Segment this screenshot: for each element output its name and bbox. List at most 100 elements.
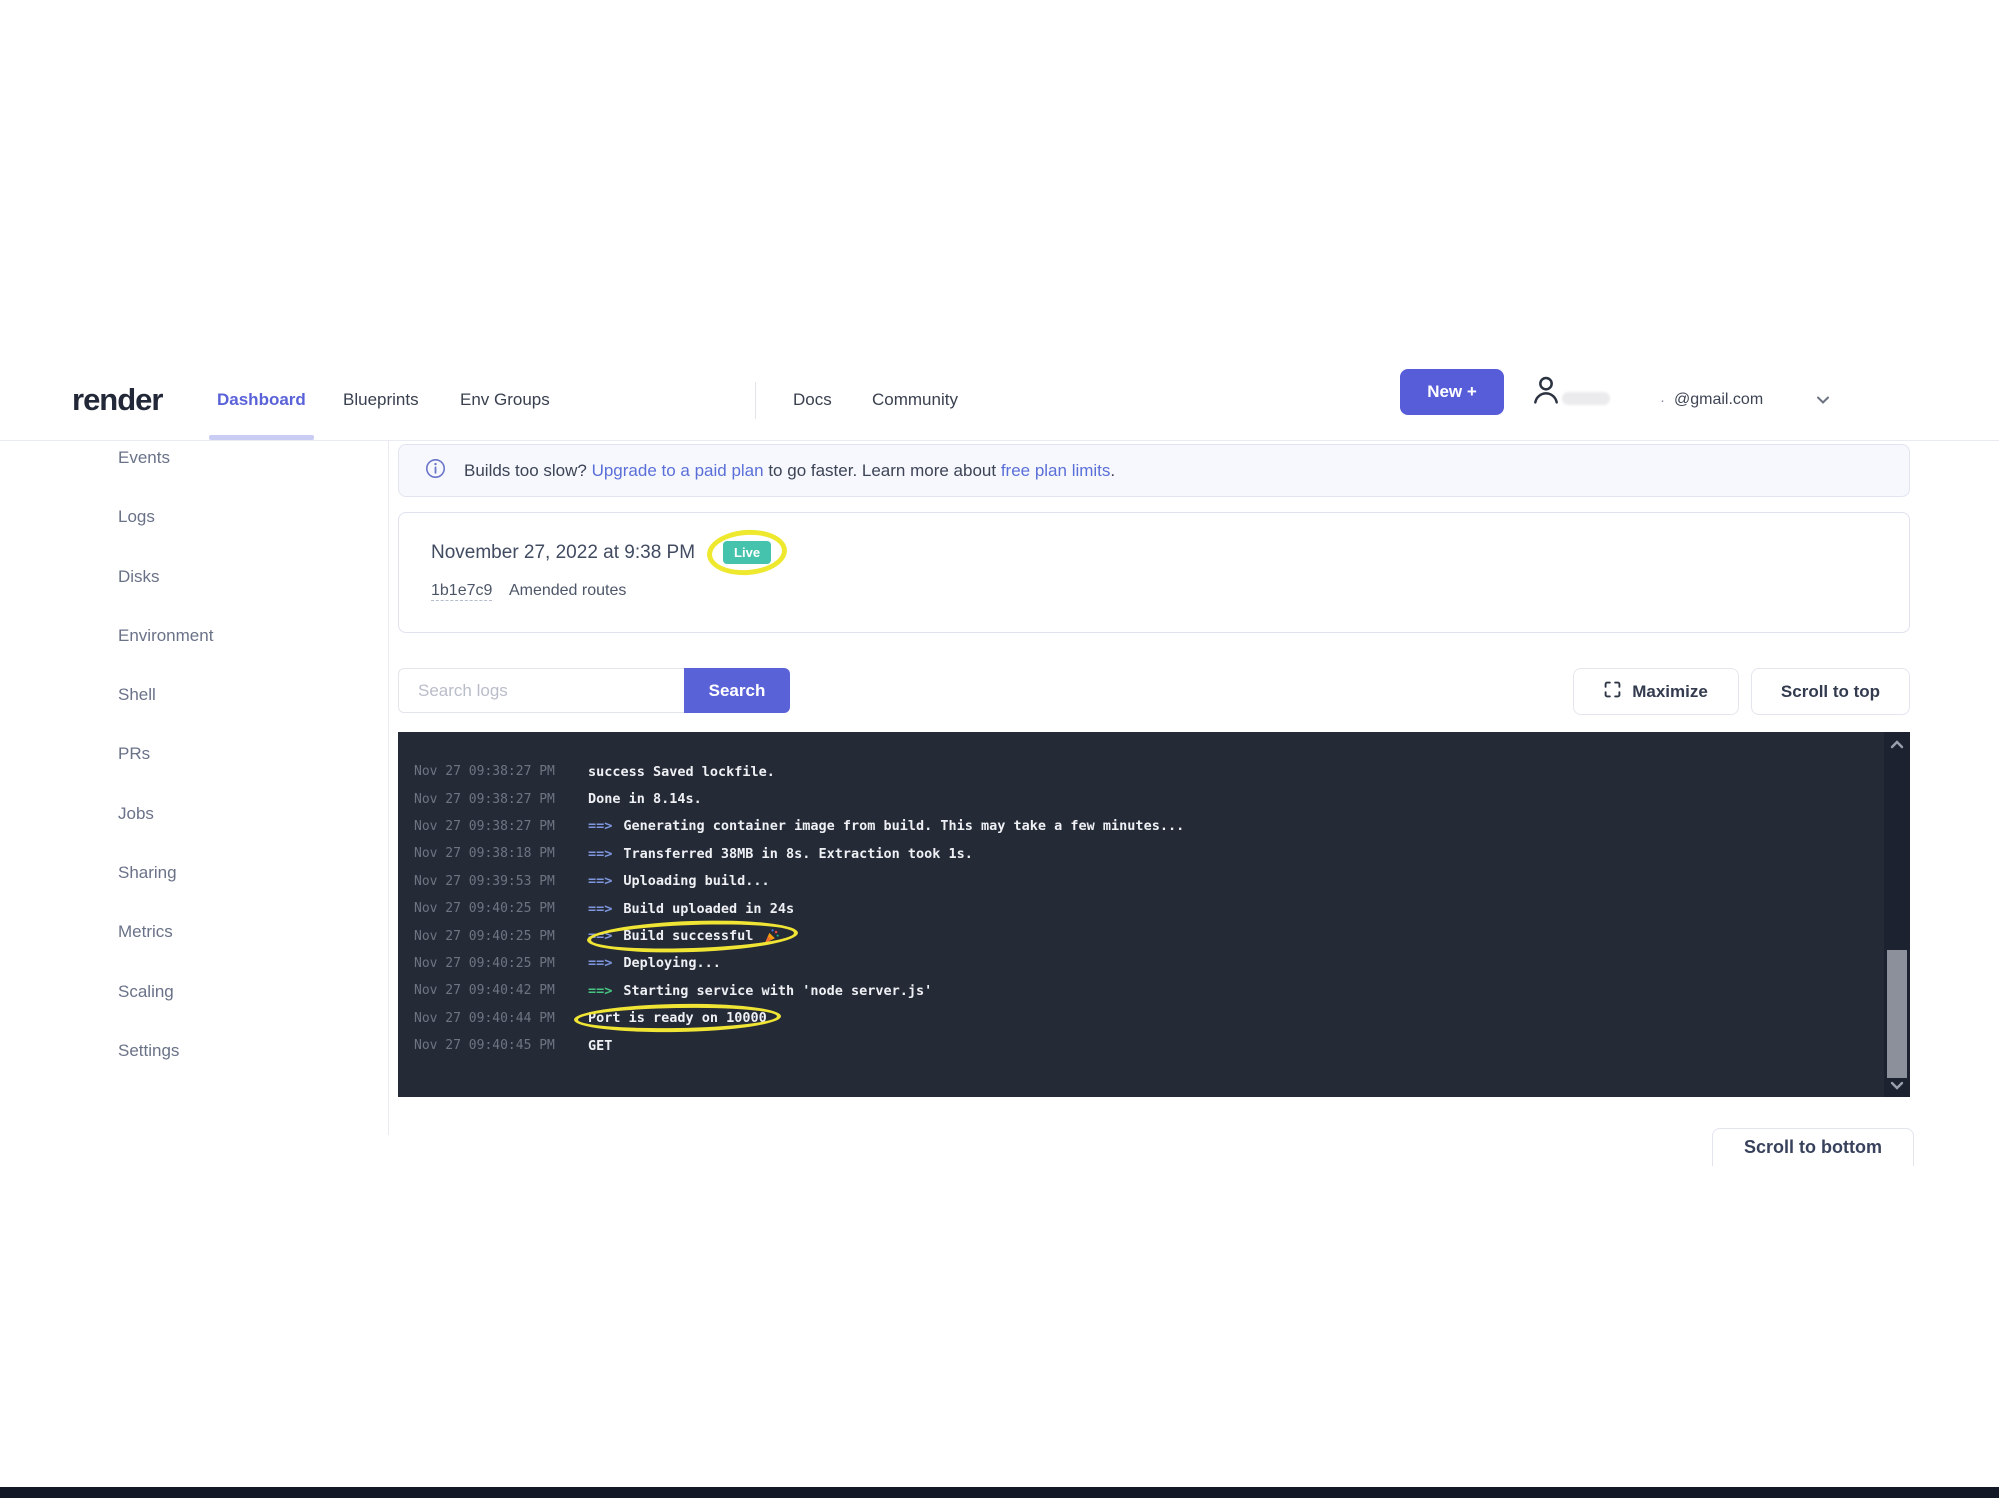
log-arrow: ==> [588, 928, 612, 944]
log-content: Port is ready on 10000 [588, 1010, 767, 1026]
log-message: Build uploaded in 24s [623, 901, 794, 917]
log-message: Build successful [623, 928, 753, 944]
nav-item-blueprints[interactable]: Blueprints [343, 360, 419, 440]
log-content: GET [588, 1038, 612, 1054]
nav-item-dashboard[interactable]: Dashboard [217, 360, 306, 440]
sidebar-content-divider [388, 441, 389, 1135]
log-row: Nov 27 09:38:27 PM Done in 8.14s. [414, 785, 1870, 812]
log-timestamp: Nov 27 09:38:27 PM [414, 819, 562, 834]
log-content: ==> Build uploaded in 24s [588, 901, 794, 917]
log-arrow: ==> [588, 846, 612, 862]
account-menu[interactable]: · @gmail.com [1660, 360, 1763, 440]
log-content: success Saved lockfile. [588, 764, 775, 780]
sidebar-item-disks[interactable]: Disks [118, 567, 213, 626]
log-message: Deploying... [623, 955, 721, 971]
maximize-icon [1604, 681, 1621, 703]
sidebar-item-jobs[interactable]: Jobs [118, 804, 213, 863]
free-plan-limits-link[interactable]: free plan limits [1001, 461, 1111, 480]
sidebar-item-metrics[interactable]: Metrics [118, 922, 213, 981]
info-icon [425, 458, 446, 484]
render-dashboard-page: render Dashboard Blueprints Env Groups Docs… [0, 0, 1999, 1500]
sidebar-item-scaling[interactable]: Scaling [118, 982, 213, 1041]
log-row: Nov 27 09:40:25 PM ==> Deploying... [414, 950, 1870, 977]
sidebar-item-prs[interactable]: PRs [118, 744, 213, 803]
log-timestamp: Nov 27 09:40:25 PM [414, 956, 562, 971]
log-row: Nov 27 09:40:44 PM Port is ready on 10000 [414, 1005, 1870, 1032]
log-content: ==>Uploading build... [588, 873, 770, 889]
party-popper-icon [763, 928, 780, 945]
search-button[interactable]: Search [684, 668, 790, 713]
log-row: Nov 27 09:38:27 PM ==> Generating containe… [414, 813, 1870, 840]
redacted-username-blur [1562, 392, 1610, 405]
log-timestamp: Nov 27 09:40:44 PM [414, 1011, 562, 1026]
maximize-button[interactable]: Maximize [1573, 668, 1739, 715]
live-status-badge: Live [723, 541, 771, 564]
sidebar-item-shell[interactable]: Shell [118, 685, 213, 744]
service-sidebar: EventsLogsDisksEnvironmentShellPRsJobsSh… [118, 448, 213, 1100]
deploy-header-row: November 27, 2022 at 9:38 PM Live [431, 541, 771, 564]
nav-item-docs[interactable]: Docs [793, 360, 832, 440]
scrollbar-down-icon[interactable] [1884, 1076, 1910, 1094]
log-content: Done in 8.14s. [588, 791, 702, 807]
log-message: Done in 8.14s. [588, 791, 702, 807]
account-prefix: · [1660, 392, 1665, 409]
log-content: ==> Transferred 38MB in 8s. Extraction to… [588, 846, 973, 862]
log-row: Nov 27 09:40:45 PM GET [414, 1032, 1870, 1059]
log-timestamp: Nov 27 09:39:53 PM [414, 874, 562, 889]
log-timestamp: Nov 27 09:40:25 PM [414, 929, 562, 944]
deploy-card: November 27, 2022 at 9:38 PM Live 1b1e7c… [398, 512, 1910, 633]
log-row: Nov 27 09:40:42 PM ==> Starting service wi… [414, 977, 1870, 1004]
sidebar-item-logs[interactable]: Logs [118, 507, 213, 566]
log-row: Nov 27 09:38:18 PM==>Transferred 38MB in… [414, 840, 1870, 867]
log-terminal[interactable]: Nov 27 09:38:27 PM success Saved lockfile… [398, 732, 1910, 1097]
log-row: Nov 27 09:38:27 PM success Saved lockfile… [414, 758, 1870, 785]
log-message: success Saved lockfile. [588, 764, 775, 780]
log-timestamp: Nov 27 09:40:25 PM [414, 901, 562, 916]
scroll-to-top-button[interactable]: Scroll to top [1751, 668, 1910, 715]
terminal-scrollbar[interactable] [1884, 732, 1910, 1097]
scrollbar-thumb[interactable] [1887, 950, 1907, 1078]
log-arrow: ==> [588, 818, 612, 834]
log-timestamp: Nov 27 09:38:27 PM [414, 764, 562, 779]
log-content: ==> Starting service with 'node server.js… [588, 983, 932, 999]
log-arrow: ==> [588, 983, 612, 999]
user-avatar-icon[interactable] [1526, 370, 1566, 415]
log-timestamp: Nov 27 09:40:45 PM [414, 1038, 562, 1053]
log-content: ==> Build successful [588, 928, 780, 945]
log-timestamp: Nov 27 09:38:27 PM [414, 792, 562, 807]
sidebar-item-sharing[interactable]: Sharing [118, 863, 213, 922]
deploy-date: November 27, 2022 at 9:38 PM [431, 542, 695, 564]
render-logo[interactable]: render [72, 360, 162, 440]
scroll-to-bottom-button[interactable]: Scroll to bottom [1712, 1128, 1914, 1166]
log-row: Nov 27 09:40:25 PM ==> Build uploaded in 2… [414, 895, 1870, 922]
log-message: Starting service with 'node server.js' [623, 983, 932, 999]
sidebar-item-environment[interactable]: Environment [118, 626, 213, 685]
deploy-commit-row: 1b1e7c9 Amended routes [431, 582, 626, 600]
log-arrow: ==> [588, 955, 612, 971]
upgrade-plan-link[interactable]: Upgrade to a paid plan [592, 461, 764, 480]
top-navbar: render Dashboard Blueprints Env Groups Docs… [0, 360, 1999, 441]
log-timestamp: Nov 27 09:40:42 PM [414, 983, 562, 998]
chevron-down-icon[interactable] [1813, 390, 1833, 415]
new-button[interactable]: New + [1400, 369, 1504, 415]
commit-hash-link[interactable]: 1b1e7c9 [431, 582, 492, 601]
search-logs-input[interactable] [398, 668, 684, 713]
account-email: @gmail.com [1674, 391, 1763, 409]
banner-text: Builds too slow? Upgrade to a paid plan … [464, 461, 1115, 481]
log-arrow: ==> [588, 901, 612, 917]
scrollbar-up-icon[interactable] [1884, 735, 1910, 753]
free-plan-banner: Builds too slow? Upgrade to a paid plan … [398, 444, 1910, 497]
log-message: Transferred 38MB in 8s. Extraction took … [623, 846, 973, 862]
log-message: Generating container image from build. T… [623, 818, 1184, 834]
sidebar-item-events[interactable]: Events [118, 448, 213, 507]
log-row: Nov 27 09:39:53 PM ==>Uploading build... [414, 868, 1870, 895]
log-message: Port is ready on 10000 [588, 1010, 767, 1026]
log-content: ==> Deploying... [588, 955, 721, 971]
log-arrow: ==> [588, 873, 612, 889]
log-row: Nov 27 09:40:25 PM ==> Build successful [414, 922, 1870, 949]
log-message: GET [588, 1038, 612, 1054]
bottom-taskbar [0, 1487, 1999, 1498]
sidebar-item-settings[interactable]: Settings [118, 1041, 213, 1100]
nav-item-community[interactable]: Community [872, 360, 958, 440]
nav-item-env-groups[interactable]: Env Groups [460, 360, 550, 440]
